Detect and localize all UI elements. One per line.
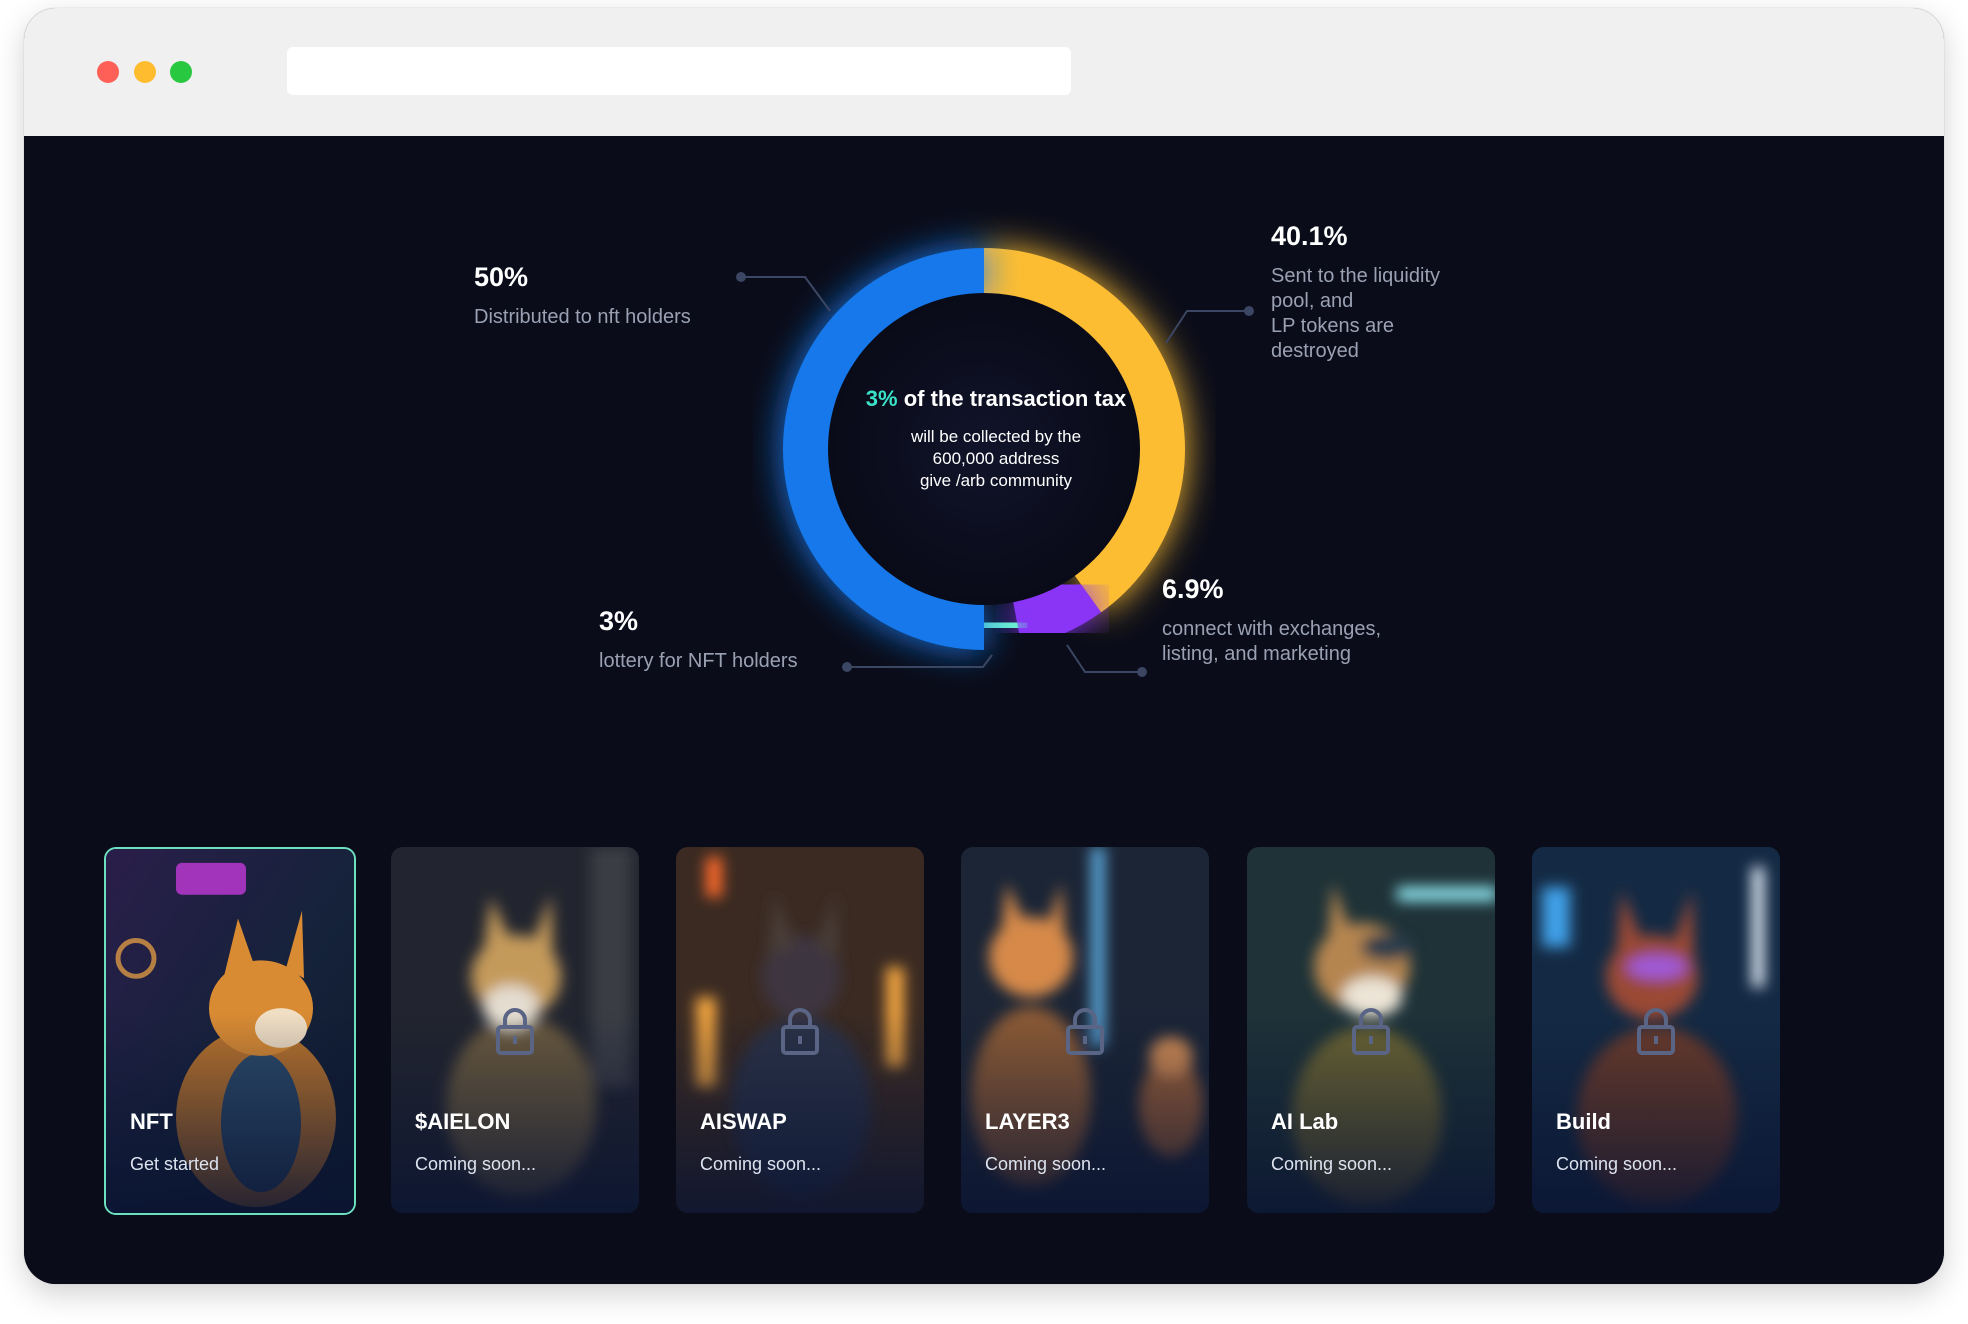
card-nft[interactable]: NFT Get started (104, 847, 356, 1215)
center-accent-pct: 3% (865, 386, 898, 411)
card-status: Coming soon... (700, 1154, 822, 1174)
label-desc-line: Sent to the liquidity (1271, 265, 1440, 287)
browser-window: 3% of the transaction tax will be collec… (24, 8, 1944, 1284)
label-desc-line: destroyed (1271, 340, 1359, 362)
minimize-window-button[interactable] (134, 61, 156, 83)
product-cards: NFT Get started $AIELON Coming soon... A… (104, 847, 1864, 1217)
label-desc: Distributed to nft holders (474, 306, 691, 328)
close-window-button[interactable] (97, 61, 119, 83)
card-title: AI Lab (1271, 1109, 1339, 1134)
lock-icon (496, 1008, 534, 1055)
leader-line-marketing (1066, 644, 1142, 673)
browser-titlebar (24, 8, 1944, 136)
card-build[interactable]: Build Coming soon... (1532, 847, 1780, 1213)
center-sub-line: 600,000 address (932, 449, 1060, 468)
lock-icon (781, 1008, 819, 1055)
card-aiswap[interactable]: AISWAP Coming soon... (676, 847, 924, 1213)
label-lottery: 3% lottery for NFT holders (599, 606, 798, 674)
leader-line-lottery (847, 654, 993, 668)
label-pct: 50% (474, 262, 529, 292)
lock-icon (1637, 1008, 1675, 1055)
label-desc-line: listing, and marketing (1162, 643, 1351, 665)
label-desc-line: connect with exchanges, (1162, 618, 1382, 640)
label-desc: Sent to the liquidity pool, and LP token… (1271, 264, 1440, 364)
card-status: Get started (130, 1154, 220, 1174)
address-bar[interactable] (287, 47, 1071, 95)
leader-dot-lottery (842, 662, 852, 672)
card-title: NFT (130, 1109, 173, 1134)
leader-dot-liquidity (1244, 306, 1254, 316)
label-desc-line: pool, and (1271, 290, 1354, 312)
label-marketing: 6.9% connect with exchanges, listing, an… (1162, 574, 1381, 667)
page-content: 3% of the transaction tax will be collec… (24, 136, 1944, 1284)
leader-line-liquidity (1165, 310, 1249, 344)
card-title: Build (1556, 1109, 1611, 1134)
label-desc-line: LP tokens are (1271, 315, 1395, 337)
center-headline: 3% of the transaction tax (828, 386, 1164, 412)
label-nft-holders: 50% Distributed to nft holders (474, 262, 691, 330)
card-title: AISWAP (700, 1109, 787, 1134)
lock-icon (1352, 1008, 1390, 1055)
label-pct: 3% (599, 606, 639, 636)
card-status: Coming soon... (985, 1154, 1107, 1174)
label-desc: lottery for NFT holders (599, 650, 798, 672)
card-layer3[interactable]: LAYER3 Coming soon... (961, 847, 1209, 1213)
label-liquidity: 40.1% Sent to the liquidity pool, and LP… (1271, 221, 1440, 364)
label-pct: 40.1% (1271, 221, 1348, 251)
card-ai-lab[interactable]: AI Lab Coming soon... (1247, 847, 1495, 1213)
label-desc: connect with exchanges, listing, and mar… (1162, 617, 1381, 667)
center-sub-line: will be collected by the (910, 427, 1082, 446)
leader-line-nft-holders (741, 276, 831, 312)
leader-dot-marketing (1137, 667, 1147, 677)
card-status: Coming soon... (415, 1154, 537, 1174)
card-status: Coming soon... (1556, 1154, 1678, 1174)
label-pct: 6.9% (1162, 574, 1224, 604)
segment-lottery (983, 601, 1022, 650)
chart-center-text: 3% of the transaction tax will be collec… (828, 386, 1164, 492)
leader-dot-nft-holders (736, 272, 746, 282)
center-subtext: will be collected by the 600,000 address… (828, 426, 1164, 492)
maximize-window-button[interactable] (170, 61, 192, 83)
center-sub-line: give /arb community (919, 471, 1073, 490)
lock-icon (1066, 1008, 1104, 1055)
center-headline-text: of the transaction tax (903, 386, 1127, 411)
card-status: Coming soon... (1271, 1154, 1393, 1174)
card-title: LAYER3 (985, 1109, 1070, 1134)
card-title: $AIELON (415, 1109, 511, 1134)
card-aielon[interactable]: $AIELON Coming soon... (391, 847, 639, 1213)
